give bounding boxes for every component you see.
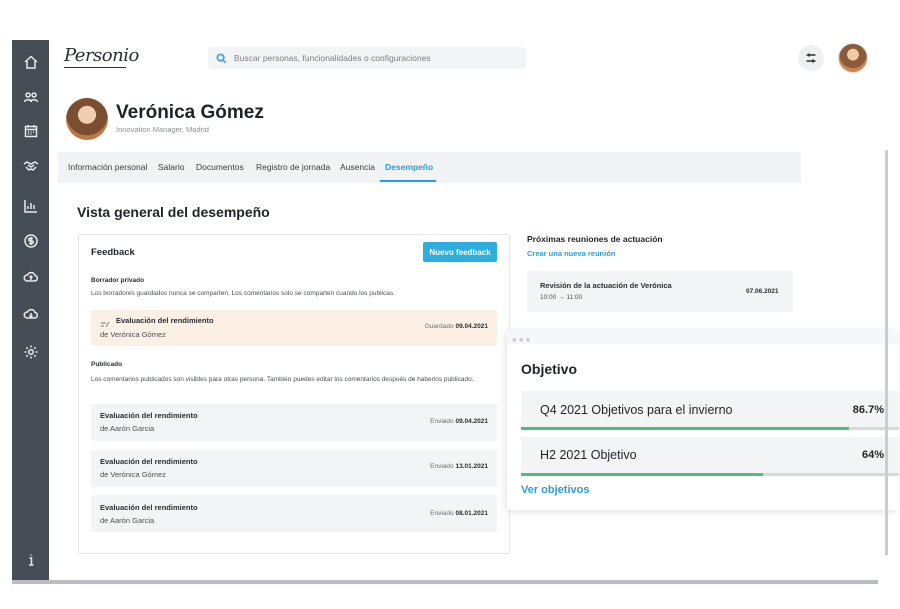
panel-window-bar <box>507 330 899 344</box>
objective-percent: 86.7% <box>852 404 884 416</box>
list-item-subtitle: de Verónica Gómez <box>100 470 166 479</box>
profile-subtitle: Innovation Manager, Madrid <box>116 125 209 134</box>
objective-percent: 64% <box>861 449 884 461</box>
calendar-icon[interactable] <box>12 120 49 142</box>
objective-progress-fill <box>521 427 849 430</box>
info-icon[interactable] <box>12 549 49 571</box>
list-item-status: Enviado 09.04.2021 <box>430 418 488 425</box>
draft-description: Los borradores guardados nunca se compar… <box>91 290 395 297</box>
gear-icon[interactable] <box>12 341 49 363</box>
meeting-title: Revisión de la actuación de Verónica <box>540 281 672 290</box>
scrollbar[interactable] <box>885 150 888 555</box>
sidebar <box>12 40 49 581</box>
tab-documentos[interactable]: Documentos <box>196 162 244 172</box>
active-tab-indicator <box>380 180 436 182</box>
draft-item-status: Guardado 09.04.2021 <box>424 323 488 330</box>
meeting-date: 07.06.2021 <box>746 288 779 295</box>
tab-informacion-personal[interactable]: Información personal <box>68 162 147 172</box>
profile-name: Verónica Gómez <box>116 102 264 123</box>
view-objectives-link[interactable]: Ver objetivos <box>521 484 589 496</box>
search-placeholder: Buscar personas, funcionalidades o confi… <box>234 53 431 63</box>
published-heading: Publicado <box>91 361 123 368</box>
horizontal-scrollbar[interactable] <box>12 580 878 584</box>
list-item-title: Evaluación del rendimiento <box>100 503 198 512</box>
tab-registro-de-jornada[interactable]: Registro de jornada <box>256 162 330 172</box>
dollar-icon[interactable] <box>12 230 49 252</box>
draft-icon <box>100 316 110 328</box>
app-logo[interactable]: Personio <box>64 45 139 66</box>
meeting-time: 10:00 → 11:00 <box>540 294 583 301</box>
chart-icon[interactable] <box>12 195 49 217</box>
meetings-title: Próximas reuniones de actuación <box>527 234 663 244</box>
draft-heading: Borrador privado <box>91 277 145 284</box>
handshake-icon[interactable] <box>12 155 49 177</box>
window-dots-icon: ●●● <box>512 335 533 344</box>
list-item-title: Evaluación del rendimiento <box>100 457 198 466</box>
draft-item-title: Evaluación del rendimiento <box>116 316 214 325</box>
list-item-subtitle: de Aarón Garcia <box>100 424 155 433</box>
user-avatar[interactable] <box>838 43 868 73</box>
feedback-title: Feedback <box>91 247 135 258</box>
profile-avatar <box>66 98 108 140</box>
logo-underline <box>64 67 126 68</box>
cloud-download-icon[interactable] <box>12 303 49 325</box>
page-title: Vista general del desempeño <box>77 204 270 220</box>
tab-salario[interactable]: Salario <box>158 162 184 172</box>
objective-progress-fill <box>521 473 763 476</box>
draft-item-subtitle: de Verónica Gómez <box>100 330 166 339</box>
published-description: Los comentarios publicados son visibles … <box>91 376 474 383</box>
people-icon[interactable] <box>12 87 49 109</box>
objective-progress-track <box>521 427 899 430</box>
objective-name: H2 2021 Objetivo <box>540 448 637 462</box>
list-item-status: Enviado 08.01.2021 <box>430 510 488 517</box>
search-icon <box>216 52 227 63</box>
filter-button[interactable] <box>798 45 824 71</box>
list-item-status: Enviado 13.01.2021 <box>430 463 488 470</box>
tab-ausencia[interactable]: Ausencia <box>340 162 375 172</box>
cloud-upload-icon[interactable] <box>12 266 49 288</box>
new-feedback-button[interactable]: Nuevo feedback <box>423 242 497 262</box>
objective-progress-track <box>521 473 899 476</box>
objectives-title: Objetivo <box>521 361 578 377</box>
list-item-subtitle: de Aarón Garcia <box>100 516 155 525</box>
tab-desempeno[interactable]: Desempeño <box>385 162 433 172</box>
create-meeting-link[interactable]: Crear una nueva reunión <box>527 249 615 258</box>
list-item-title: Evaluación del rendimiento <box>100 411 198 420</box>
objective-name: Q4 2021 Objetivos para el invierno <box>540 403 733 417</box>
filter-icon <box>806 53 816 63</box>
home-icon[interactable] <box>12 51 49 73</box>
search-input[interactable]: Buscar personas, funcionalidades o confi… <box>208 47 526 69</box>
